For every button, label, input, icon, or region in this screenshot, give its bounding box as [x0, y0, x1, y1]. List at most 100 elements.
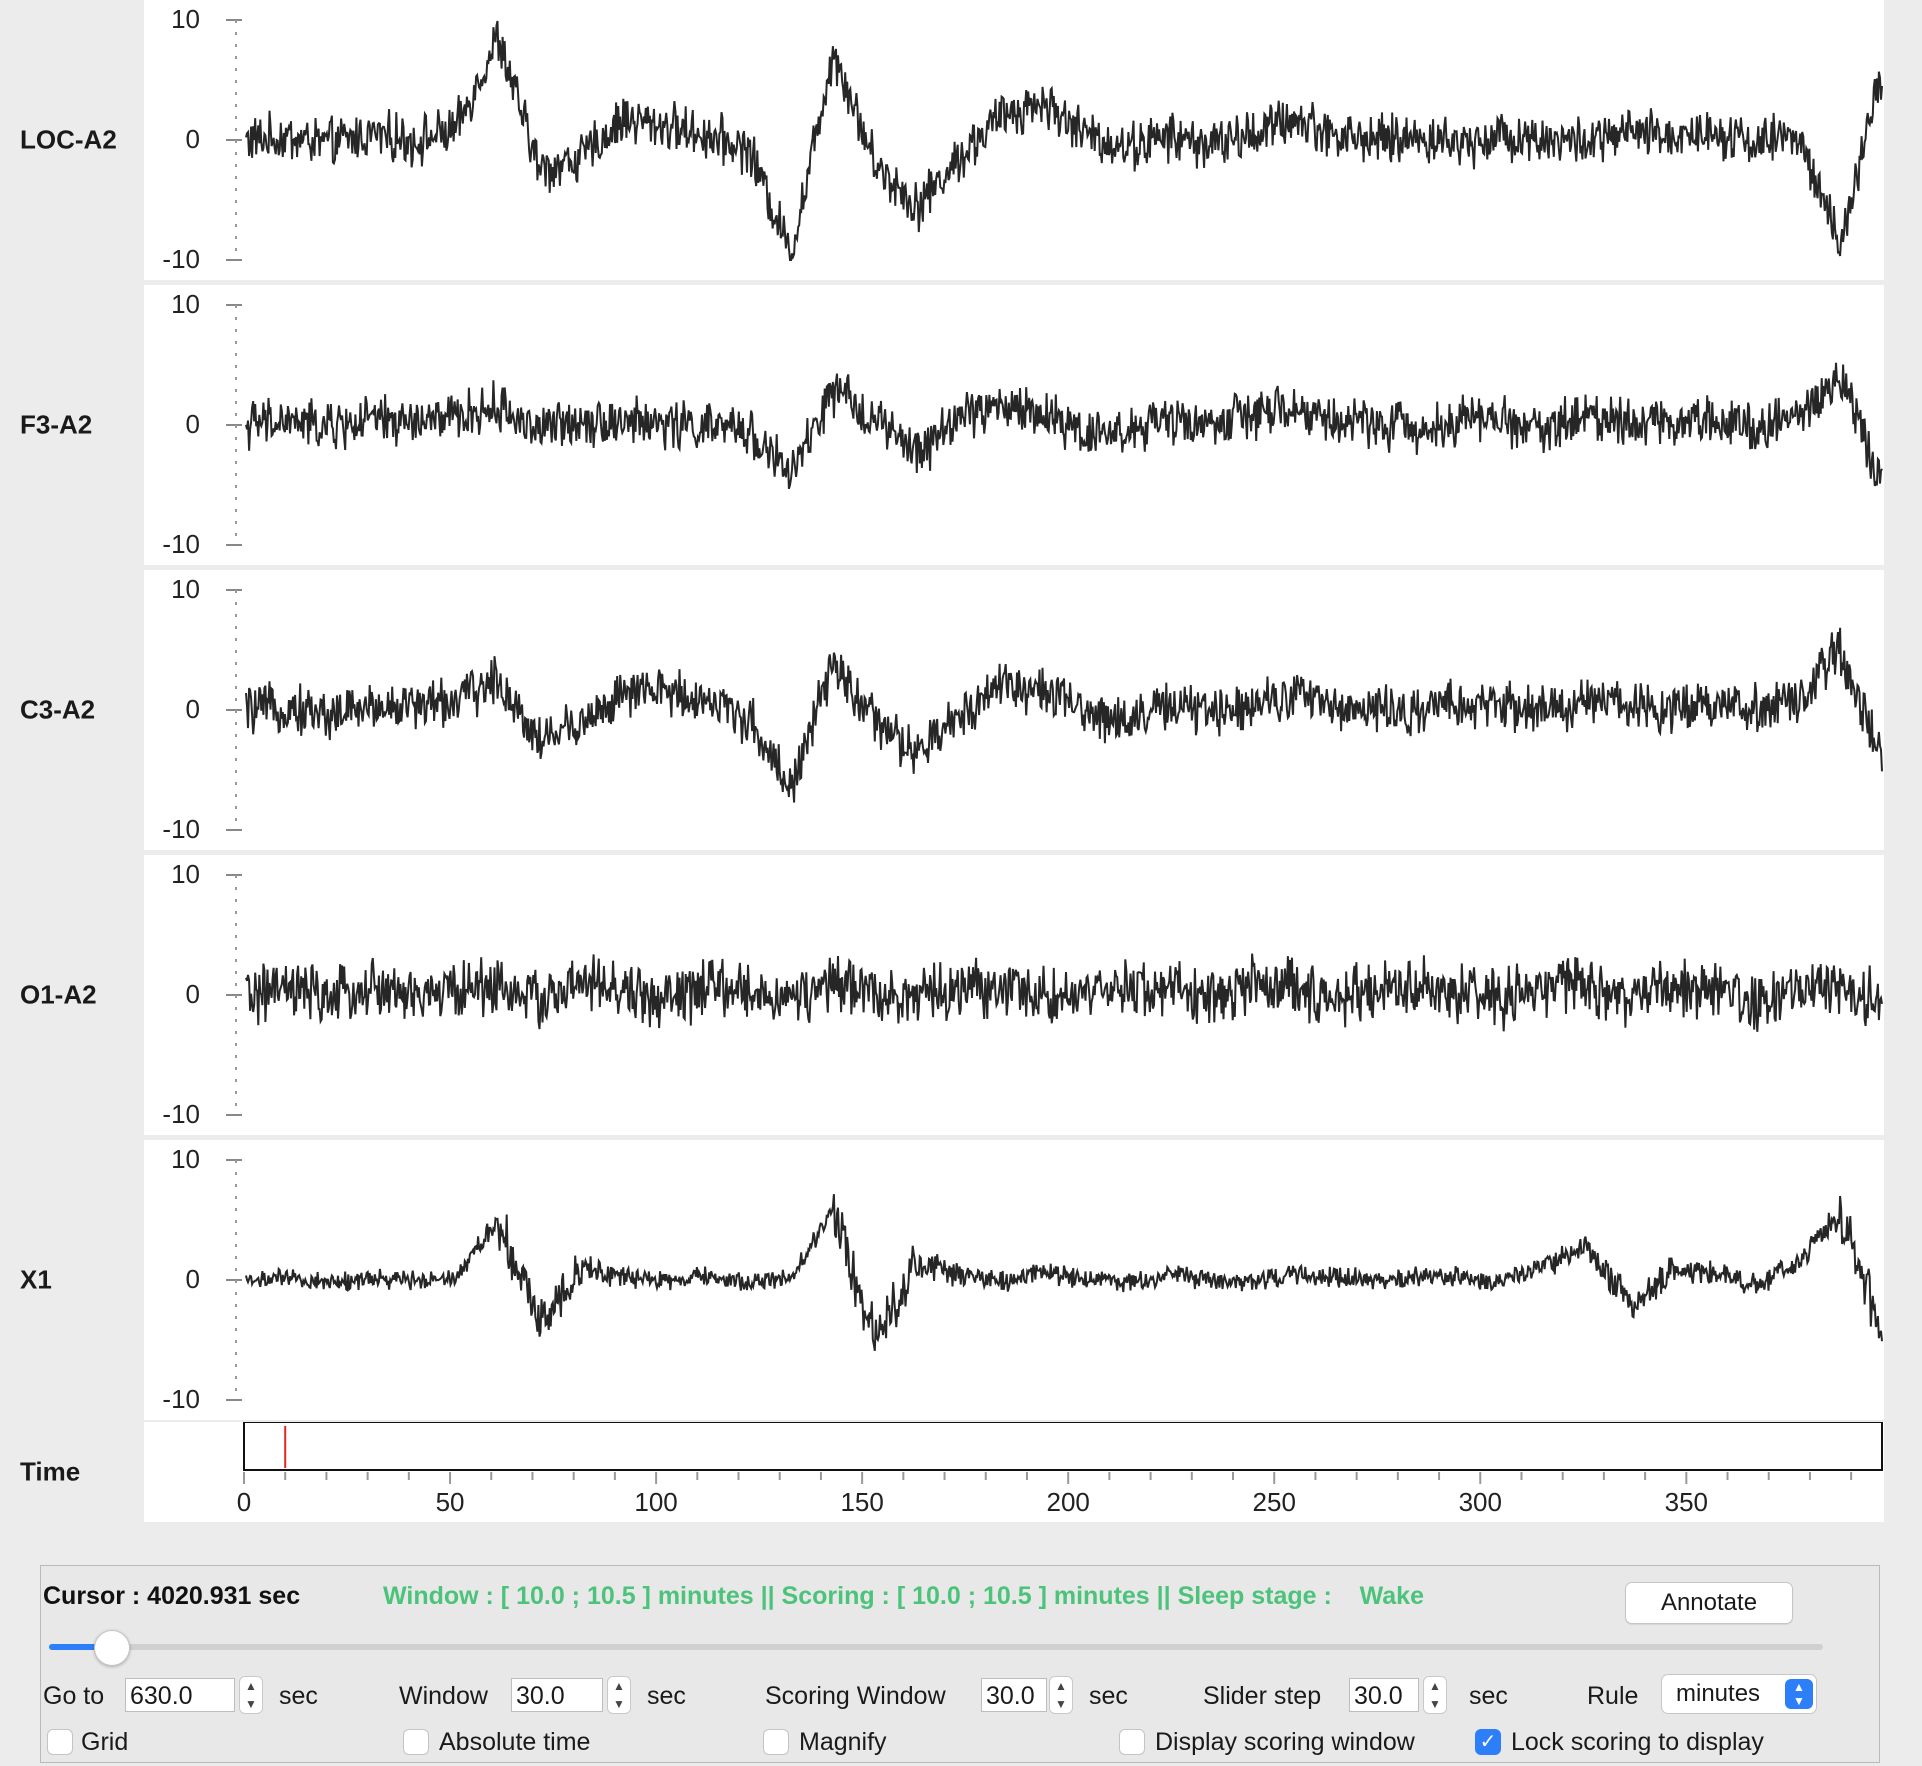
- channel-panel-loc-a2: 10 0 -10: [144, 0, 1884, 280]
- trace-f3-a2: [245, 362, 1883, 490]
- y-tick-label: -10: [162, 1384, 200, 1414]
- magnify-checkbox-label: Magnify: [799, 1728, 887, 1756]
- chevron-up-icon[interactable]: ▲: [240, 1677, 262, 1695]
- y-axis-f3-a2: 10 0 -10: [162, 289, 242, 559]
- grid-checkbox-label: Grid: [81, 1728, 129, 1756]
- trace-c3-a2: [245, 627, 1883, 803]
- y-tick-label: 0: [186, 409, 200, 439]
- time-tick-label: 100: [634, 1487, 677, 1517]
- channel-label-x1: X1: [20, 1264, 52, 1295]
- y-tick-label: 10: [171, 859, 200, 889]
- trace-x1: [245, 1194, 1883, 1351]
- channel-plot-x1: 10 0 -10: [162, 1144, 1883, 1414]
- y-axis-c3-a2: 10 0 -10: [162, 574, 242, 844]
- time-slider-knob[interactable]: [93, 1630, 130, 1666]
- y-tick-label: -10: [162, 1099, 200, 1129]
- y-tick-label: 0: [186, 124, 200, 154]
- scoring-window-label: Scoring Window: [765, 1682, 946, 1710]
- checkmark-icon: ✓: [1479, 1731, 1497, 1753]
- control-panel: Cursor : 4020.931 sec Window : [ 10.0 ; …: [40, 1565, 1880, 1763]
- channel-panel-x1: 10 0 -10: [144, 1140, 1884, 1420]
- time-slider-track[interactable]: [49, 1644, 1823, 1650]
- scoring-window-stepper[interactable]: ▲ ▼: [1049, 1676, 1073, 1714]
- slider-step-input[interactable]: 30.0: [1349, 1678, 1419, 1712]
- annotate-button[interactable]: Annotate: [1625, 1582, 1793, 1624]
- chevron-up-icon[interactable]: ▲: [1424, 1677, 1446, 1695]
- channel-label-loc-a2: LOC-A2: [20, 124, 117, 155]
- channel-panel-c3-a2: 10 0 -10: [144, 570, 1884, 850]
- slider-step-label: Slider step: [1203, 1682, 1322, 1710]
- scoring-window-unit: sec: [1089, 1682, 1128, 1710]
- scoring-window-input[interactable]: 30.0: [981, 1678, 1047, 1712]
- time-axis: 0 50 100 150 200 250 300 350: [237, 1421, 1883, 1517]
- channel-plot-f3-a2: 10 0 -10: [162, 289, 1883, 559]
- rule-select-value: minutes: [1676, 1680, 1761, 1707]
- absolute-time-checkbox[interactable]: [403, 1729, 429, 1755]
- channel-plot-c3-a2: 10 0 -10: [162, 574, 1883, 844]
- signal-area: LOC-A2 10 0 -10 F3-A2 10 0 -10 C3-A2 10 …: [0, 0, 1922, 1530]
- time-axis-label: Time: [20, 1456, 81, 1487]
- lock-scoring-checkbox-label: Lock scoring to display: [1511, 1728, 1764, 1756]
- time-overview-box[interactable]: [243, 1421, 1883, 1471]
- window-status: Window : [ 10.0 ; 10.5 ] minutes || Scor…: [383, 1582, 1424, 1610]
- y-axis-o1-a2: 10 0 -10: [162, 859, 242, 1129]
- trace-loc-a2: [245, 20, 1883, 261]
- display-scoring-window-checkbox-label: Display scoring window: [1155, 1728, 1415, 1756]
- y-tick-label: 10: [171, 1144, 200, 1174]
- y-tick-label: 0: [186, 1264, 200, 1294]
- y-axis-x1: 10 0 -10: [162, 1144, 242, 1414]
- slider-step-stepper[interactable]: ▲ ▼: [1423, 1676, 1447, 1714]
- y-tick-label: 0: [186, 979, 200, 1009]
- window-label: Window: [399, 1682, 488, 1710]
- chevron-down-icon[interactable]: ▼: [608, 1695, 630, 1713]
- channel-plot-loc-a2: 10 0 -10: [162, 4, 1883, 274]
- window-stepper[interactable]: ▲ ▼: [607, 1676, 631, 1714]
- time-tick-label: 300: [1459, 1487, 1502, 1517]
- channel-panel-f3-a2: 10 0 -10: [144, 285, 1884, 565]
- time-tick-label: 250: [1253, 1487, 1296, 1517]
- rule-label: Rule: [1587, 1682, 1639, 1710]
- y-axis-loc-a2: 10 0 -10: [162, 4, 242, 274]
- chevron-up-icon[interactable]: ▲: [1050, 1677, 1072, 1695]
- rule-select[interactable]: minutes ▲ ▼: [1661, 1674, 1817, 1714]
- trace-o1-a2: [245, 953, 1883, 1032]
- magnify-checkbox[interactable]: [763, 1729, 789, 1755]
- display-scoring-window-checkbox[interactable]: [1119, 1729, 1145, 1755]
- goto-unit: sec: [279, 1682, 318, 1710]
- channel-panel-o1-a2: 10 0 -10: [144, 855, 1884, 1135]
- grid-checkbox[interactable]: [47, 1729, 73, 1755]
- checkbox-row: Grid Absolute time Magnify Display scori…: [41, 1724, 1879, 1760]
- goto-stepper[interactable]: ▲ ▼: [239, 1676, 263, 1714]
- channel-label-f3-a2: F3-A2: [20, 409, 93, 440]
- channel-plot-o1-a2: 10 0 -10: [162, 859, 1883, 1129]
- y-tick-label: -10: [162, 244, 200, 274]
- time-tick-label: 350: [1665, 1487, 1708, 1517]
- select-chevron-icon: ▲ ▼: [1785, 1679, 1813, 1709]
- y-tick-label: -10: [162, 814, 200, 844]
- y-tick-label: 10: [171, 574, 200, 604]
- window-unit: sec: [647, 1682, 686, 1710]
- y-tick-label: 10: [171, 4, 200, 34]
- y-tick-label: 0: [186, 694, 200, 724]
- time-axis-panel: 0 50 100 150 200 250 300 350: [144, 1421, 1884, 1522]
- time-tick-label: 200: [1046, 1487, 1089, 1517]
- absolute-time-checkbox-label: Absolute time: [439, 1728, 591, 1756]
- chevron-down-icon[interactable]: ▼: [1050, 1695, 1072, 1713]
- controls-row: Go to 630.0 ▲ ▼ sec Window 30.0 ▲ ▼ sec …: [41, 1674, 1879, 1718]
- chevron-down-icon[interactable]: ▼: [240, 1695, 262, 1713]
- time-tick-label: 50: [436, 1487, 465, 1517]
- channel-label-c3-a2: C3-A2: [20, 694, 96, 725]
- slider-step-unit: sec: [1469, 1682, 1508, 1710]
- goto-label: Go to: [43, 1682, 105, 1710]
- cursor-readout: Cursor : 4020.931 sec: [43, 1582, 301, 1610]
- time-ticks: [243, 1472, 1853, 1484]
- lock-scoring-checkbox[interactable]: ✓: [1475, 1729, 1501, 1755]
- channel-label-o1-a2: O1-A2: [20, 979, 97, 1010]
- chevron-up-icon[interactable]: ▲: [608, 1677, 630, 1695]
- y-tick-label: 10: [171, 289, 200, 319]
- window-input[interactable]: 30.0: [511, 1678, 603, 1712]
- time-tick-label: 0: [237, 1487, 251, 1517]
- goto-input[interactable]: 630.0: [125, 1678, 235, 1712]
- time-tick-label: 150: [840, 1487, 883, 1517]
- chevron-down-icon[interactable]: ▼: [1424, 1695, 1446, 1713]
